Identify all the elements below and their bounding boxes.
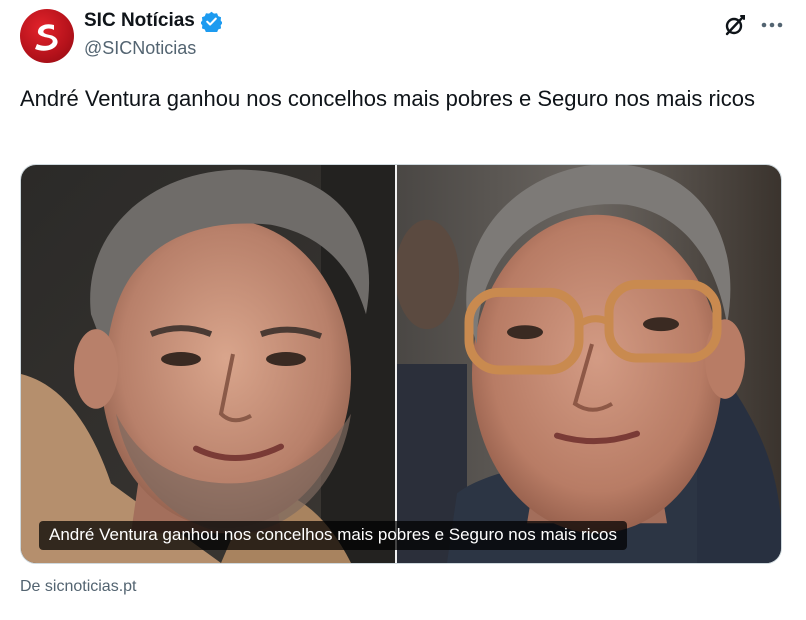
tweet-text: André Ventura ganhou nos concelhos mais … [20, 86, 755, 111]
account-handle[interactable]: @SICNoticias [84, 38, 196, 59]
avatar[interactable] [20, 9, 74, 63]
more-options-button[interactable] [756, 10, 788, 40]
account-name-row[interactable]: SIC Notícias [84, 10, 222, 32]
source-link[interactable]: De sicnoticias.pt [20, 578, 137, 596]
link-preview-card[interactable]: André Ventura ganhou nos concelhos mais … [20, 164, 782, 564]
card-caption: André Ventura ganhou nos concelhos mais … [39, 521, 627, 550]
more-horizontal-icon [761, 22, 783, 28]
portrait-image-left [21, 165, 395, 563]
verified-badge-icon [200, 11, 222, 32]
portrait-image-right [397, 165, 781, 563]
display-name[interactable]: SIC Notícias [84, 10, 195, 32]
grok-button[interactable] [720, 10, 750, 40]
grok-icon [725, 15, 745, 36]
sic-logo-icon [35, 24, 58, 51]
